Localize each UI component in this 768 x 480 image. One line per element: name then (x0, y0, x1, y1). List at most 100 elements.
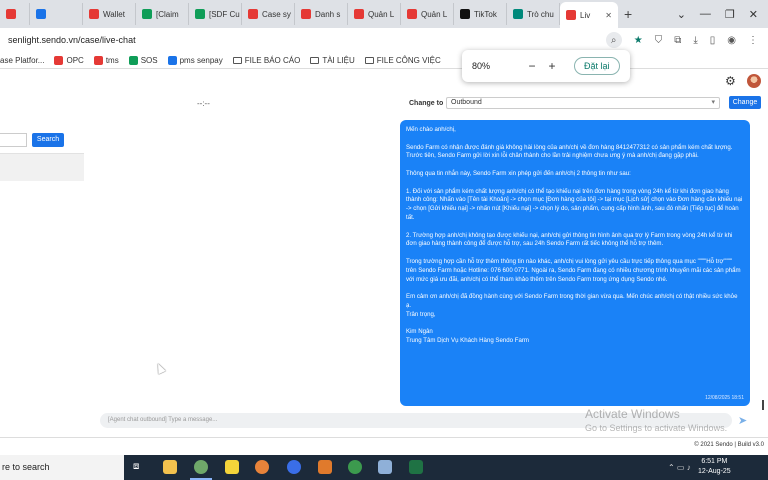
tab-label: Liv (580, 10, 591, 20)
taskbar-date: 12-Aug-25 (698, 468, 731, 475)
bookmark-folder[interactable]: FILE CÔNG VIỆC (364, 55, 441, 65)
bookmark-item[interactable]: OPC (54, 55, 84, 65)
zoom-icon[interactable]: ⌕ (605, 32, 622, 48)
folder-icon (310, 56, 320, 64)
tab-label: [SDF Cu (209, 9, 240, 19)
tab-search-icon[interactable]: ⌄ (677, 8, 686, 21)
bookmark-folder[interactable]: TÀI LIỆU (310, 56, 355, 65)
conversation-search-input[interactable] (0, 133, 27, 147)
message-paragraph: 1. Đối với sản phẩm kém chất lượng anh/c… (406, 187, 743, 221)
bookmark-favicon-icon (93, 55, 103, 65)
bookmark-label: pms senpay (179, 55, 223, 65)
browser-tab[interactable] (30, 3, 83, 25)
folder-icon (364, 56, 374, 64)
bookmark-item[interactable]: ase Platfor... (0, 56, 44, 65)
close-tab-icon[interactable]: ✕ (605, 11, 612, 20)
message-input-placeholder: [Agent chat outbound] Type a message... (108, 417, 218, 423)
download-icon[interactable]: ⤓ (693, 35, 697, 46)
footer-text: © 2021 Sendo | Build v3.0 (694, 442, 764, 448)
chrome-icon[interactable] (194, 460, 208, 474)
bookmark-item[interactable]: SOS (128, 55, 158, 65)
tab-favicon-icon (36, 9, 46, 19)
gear-icon[interactable]: ⚙ (725, 74, 736, 88)
taskbar-clock[interactable]: 6:51 PM 12-Aug-25 (698, 457, 731, 477)
bookmark-item[interactable]: pms senpay (167, 55, 223, 65)
url-text[interactable]: senlight.sendo.vn/case/live-chat (8, 35, 136, 45)
bookmarks-bar: ase Platfor... OPC tms SOS pms senpay FILE BÁ… (0, 52, 768, 69)
send-icon[interactable]: ➤ (738, 414, 747, 427)
tray-icons[interactable]: ⌃ ▭ ♪ (668, 463, 691, 472)
bookmark-item[interactable]: tms (93, 55, 119, 65)
zoom-in-button[interactable]: + (542, 59, 562, 73)
chrome-profile-icon[interactable] (348, 460, 362, 474)
change-button[interactable]: Change (729, 96, 761, 109)
browser-tab[interactable]: Quản L (401, 3, 454, 25)
browser-tab[interactable]: Danh s (295, 3, 348, 25)
excel-icon[interactable] (409, 460, 423, 474)
window-controls: ⌄ — ❐ ✕ (677, 0, 768, 28)
tab-favicon-icon (248, 9, 258, 19)
message-paragraph: Mến chào anh/chị, (406, 126, 456, 133)
bookmark-folder[interactable]: FILE BÁO CÁO (232, 55, 301, 65)
zoom-out-button[interactable]: − (522, 59, 542, 73)
browser-tab[interactable] (0, 3, 30, 25)
browser-tab[interactable]: Case sy (242, 3, 295, 25)
conversation-list-item[interactable] (0, 153, 84, 181)
bookmark-label: OPC (66, 55, 84, 65)
message-paragraph: Sendo Farm có nhận được đánh giá không h… (406, 143, 733, 160)
task-view-icon[interactable]: ⧈ (133, 461, 139, 472)
app-top-bar: ⚙ (0, 70, 768, 92)
bookmark-favicon-icon (128, 55, 138, 65)
browser-tab-bar: Wallet [Claim [SDF Cu Case sy Danh s Quản L Qu… (0, 0, 768, 28)
tab-label: Case sy (262, 9, 291, 19)
browser-tab[interactable]: TikTok (454, 3, 507, 25)
minimize-icon[interactable]: — (700, 8, 711, 20)
channel-select[interactable]: Outbound ▾ (446, 97, 720, 109)
bookmark-label: ase Platfor... (0, 55, 45, 65)
bookmark-label: SOS (140, 55, 158, 65)
chevron-down-icon: ▾ (711, 99, 715, 106)
sticky-notes-icon[interactable] (225, 460, 239, 474)
message-paragraph: 2. Trường hợp anh/chị không tạo được khi… (406, 231, 733, 248)
close-window-icon[interactable]: ✕ (749, 8, 758, 21)
maximize-icon[interactable]: ❐ (725, 8, 735, 21)
bookmark-label: FILE BÁO CÁO (244, 55, 301, 65)
tab-favicon-icon (566, 10, 576, 20)
watermark-title: Activate Windows (585, 407, 680, 421)
shield-extension-icon[interactable]: ⛉ (655, 35, 663, 46)
browser-tab[interactable]: Wallet (83, 3, 136, 25)
browser-tab[interactable]: [SDF Cu (189, 3, 242, 25)
new-tab-button[interactable]: + (624, 6, 632, 22)
app-icon[interactable] (255, 460, 269, 474)
bookmark-label: FILE CÔNG VIỆC (376, 55, 441, 65)
tab-label: Wallet (103, 9, 125, 19)
avatar[interactable] (747, 74, 761, 88)
message-paragraph: Trân trọng, (406, 310, 436, 318)
activate-windows-watermark: Activate Windows Go to Settings to activ… (585, 407, 727, 433)
browser-tab-active[interactable]: Liv ✕ (560, 2, 618, 28)
chat-app-icon[interactable] (287, 460, 301, 474)
browser-tab[interactable]: Trò chu (507, 3, 560, 25)
search-button[interactable]: Search (32, 133, 64, 147)
taskbar-search[interactable]: re to search (0, 455, 124, 480)
browser-tab[interactable]: [Claim (136, 3, 189, 25)
bookmark-star-icon[interactable]: ★ (634, 35, 643, 46)
menu-icon[interactable]: ⋮ (748, 35, 758, 46)
notes-app-icon[interactable] (378, 460, 392, 474)
bookmark-label: tms (105, 55, 119, 65)
zoom-reset-button[interactable]: Đặt lại (574, 57, 620, 75)
profile-icon[interactable]: ◉ (727, 35, 736, 46)
folder-icon (232, 56, 242, 64)
tab-favicon-icon (301, 9, 311, 19)
tab-favicon-icon (6, 9, 16, 19)
tab-label: [Claim (156, 9, 179, 19)
file-explorer-icon[interactable] (163, 460, 177, 474)
chat-header: --:-- Change to Outbound ▾ Change (0, 96, 768, 112)
sidepanel-icon[interactable]: ▯ (710, 35, 716, 46)
package-app-icon[interactable] (318, 460, 332, 474)
extensions-icon[interactable]: ⧉ (674, 35, 681, 46)
channel-select-value: Outbound (451, 99, 482, 106)
browser-tab[interactable]: Quản L (348, 3, 401, 25)
mouse-cursor-icon (154, 361, 166, 375)
scrollbar[interactable] (762, 400, 764, 410)
